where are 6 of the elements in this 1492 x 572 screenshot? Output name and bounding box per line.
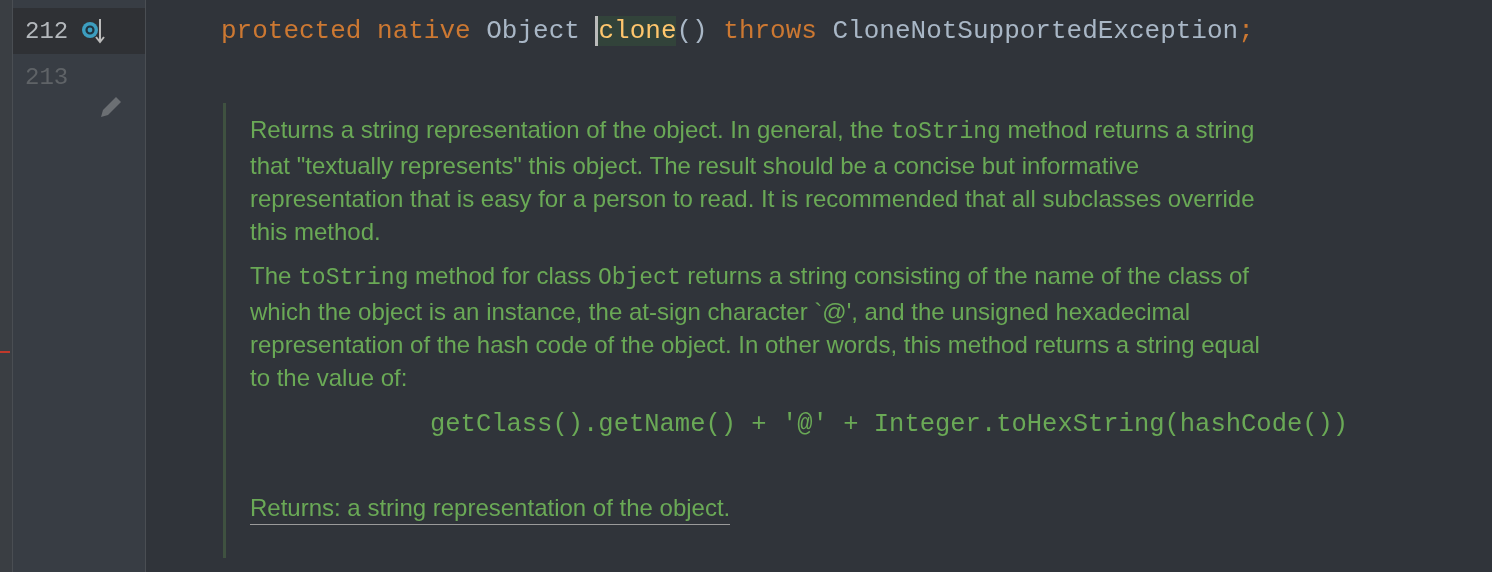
line-number: 212: [25, 17, 69, 45]
code-example: getClass().getName() + '@' + Integer.toHexString(hashCode()): [429, 409, 1349, 441]
doc-paragraph: Returns a string representation of the object. In general, the toString method returns a string that "textually represents" this object. The result should be a concise but informative representation that is easy for a person to read. It is recommended that all subclasses override this method.: [250, 115, 1255, 247]
code-line: protected native Object clone() throws CloneNotSupportedException;: [221, 16, 1254, 46]
returns-text: Returns: a string representation of the object.: [250, 491, 731, 525]
doc-paragraph: The toString method for class Object returns a string consisting of the name of the class of which the object is an instance, the at-sign character `@', and the unsigned hexadecimal representation of the hash code of the object. In other words, this method returns a string equal to the value of:: [250, 261, 1260, 393]
